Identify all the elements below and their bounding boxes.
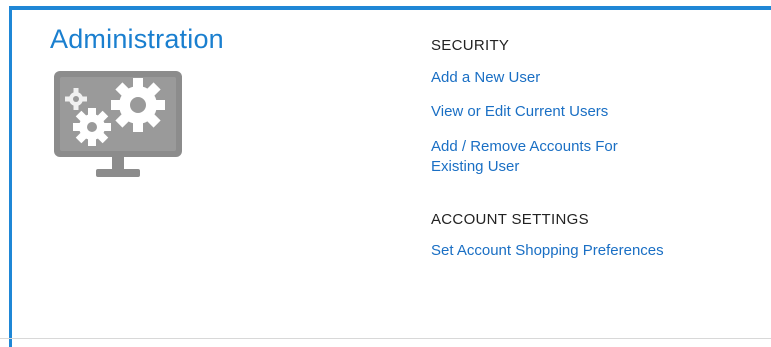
shopping-preferences-link[interactable]: Set Account Shopping Preferences [431,241,664,261]
view-edit-users-link[interactable]: View or Edit Current Users [431,102,608,122]
page-title: Administration [50,24,224,54]
administration-panel: Administration SECURITY Add a New User V… [9,6,771,347]
bottom-divider [0,338,771,339]
account-settings-heading: ACCOUNT SETTINGS [431,211,589,228]
monitor-gears-icon [54,71,182,177]
security-heading: SECURITY [431,37,510,54]
add-remove-accounts-link[interactable]: Add / Remove Accounts For Existing User [431,137,656,177]
add-new-user-link[interactable]: Add a New User [431,68,540,88]
